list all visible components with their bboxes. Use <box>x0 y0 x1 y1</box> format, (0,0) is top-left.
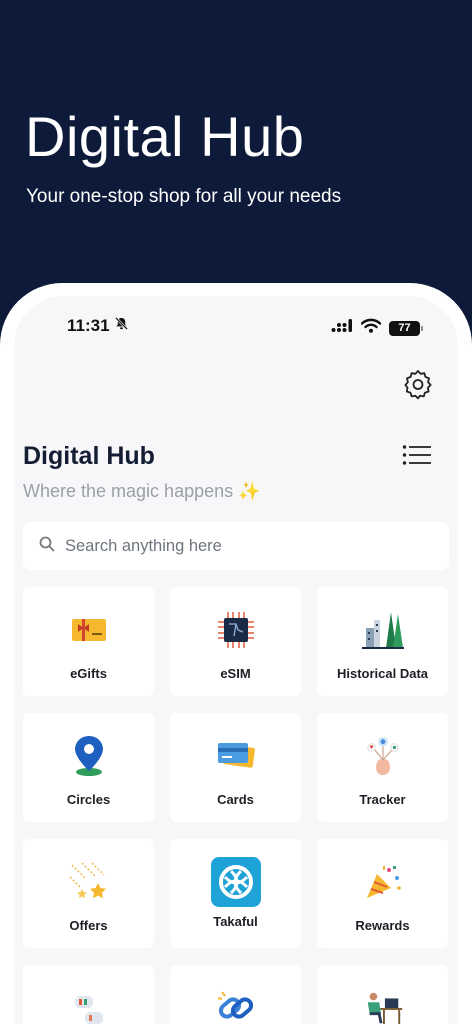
settings-gear-icon[interactable] <box>402 368 434 400</box>
chain-link-icon <box>215 987 257 1024</box>
phone-screen: 11:31 77 Digital Hub Where the magic hap… <box>14 296 458 1024</box>
tile-label: eSIM <box>220 666 251 681</box>
status-time: 11:31 <box>67 316 110 335</box>
tile-egifts[interactable]: eGifts <box>23 587 154 696</box>
tile-label: Takaful <box>213 914 258 929</box>
hero-subtitle: Your one-stop shop for all your needs <box>26 186 342 207</box>
wifi-icon <box>360 318 382 338</box>
takaful-logo-icon <box>210 857 261 907</box>
tile-circles[interactable]: Circles <box>23 713 154 822</box>
page-subtitle: Where the magic happens ✨ <box>23 481 261 501</box>
credit-cards-icon <box>215 735 257 777</box>
tile-cards[interactable]: Cards <box>170 713 301 822</box>
bell-slash-icon <box>114 316 129 336</box>
tile-takaful[interactable]: Takaful <box>170 839 301 948</box>
list-menu-icon[interactable] <box>402 444 432 466</box>
tile-label: Offers <box>69 918 108 933</box>
historical-data-icon <box>361 609 404 651</box>
chat-bubbles-icon <box>68 987 110 1024</box>
page-title: Digital Hub <box>23 442 155 470</box>
shooting-stars-icon <box>68 861 110 903</box>
battery-icon: 77 <box>389 320 423 336</box>
signal-icon <box>331 318 353 338</box>
map-pin-icon <box>68 735 110 777</box>
tile-label: Cards <box>217 792 254 807</box>
tile-label: Historical Data <box>336 666 429 681</box>
party-popper-icon <box>362 861 404 903</box>
tile-rewards[interactable]: Rewards <box>317 839 448 948</box>
esim-chip-icon <box>215 609 257 651</box>
tile-label: Rewards <box>355 918 410 933</box>
tile-row4-col3[interactable] <box>317 965 448 1024</box>
battery-level: 77 <box>398 322 411 334</box>
tracker-icon <box>362 735 404 777</box>
tile-tracker[interactable]: Tracker <box>317 713 448 822</box>
status-icons: 77 <box>331 318 423 338</box>
status-time-group: 11:31 <box>67 316 129 336</box>
tile-offers[interactable]: Offers <box>23 839 154 948</box>
search-icon <box>39 536 55 557</box>
gift-card-icon <box>68 609 110 651</box>
services-grid: eGifts eSIM Historical Data Circles Card… <box>23 587 449 1024</box>
tile-historical-data[interactable]: Historical Data <box>317 587 448 696</box>
person-at-desk-icon <box>362 987 404 1024</box>
hero-title: Digital Hub <box>25 105 305 168</box>
tile-row4-col1[interactable] <box>23 965 154 1024</box>
tile-label: eGifts <box>70 666 107 681</box>
tile-label: Tracker <box>359 792 406 807</box>
search-placeholder: Search anything here <box>65 536 222 555</box>
search-input[interactable]: Search anything here <box>23 522 449 570</box>
tile-row4-col2[interactable] <box>170 965 301 1024</box>
tile-esim[interactable]: eSIM <box>170 587 301 696</box>
tile-label: Circles <box>66 792 111 807</box>
